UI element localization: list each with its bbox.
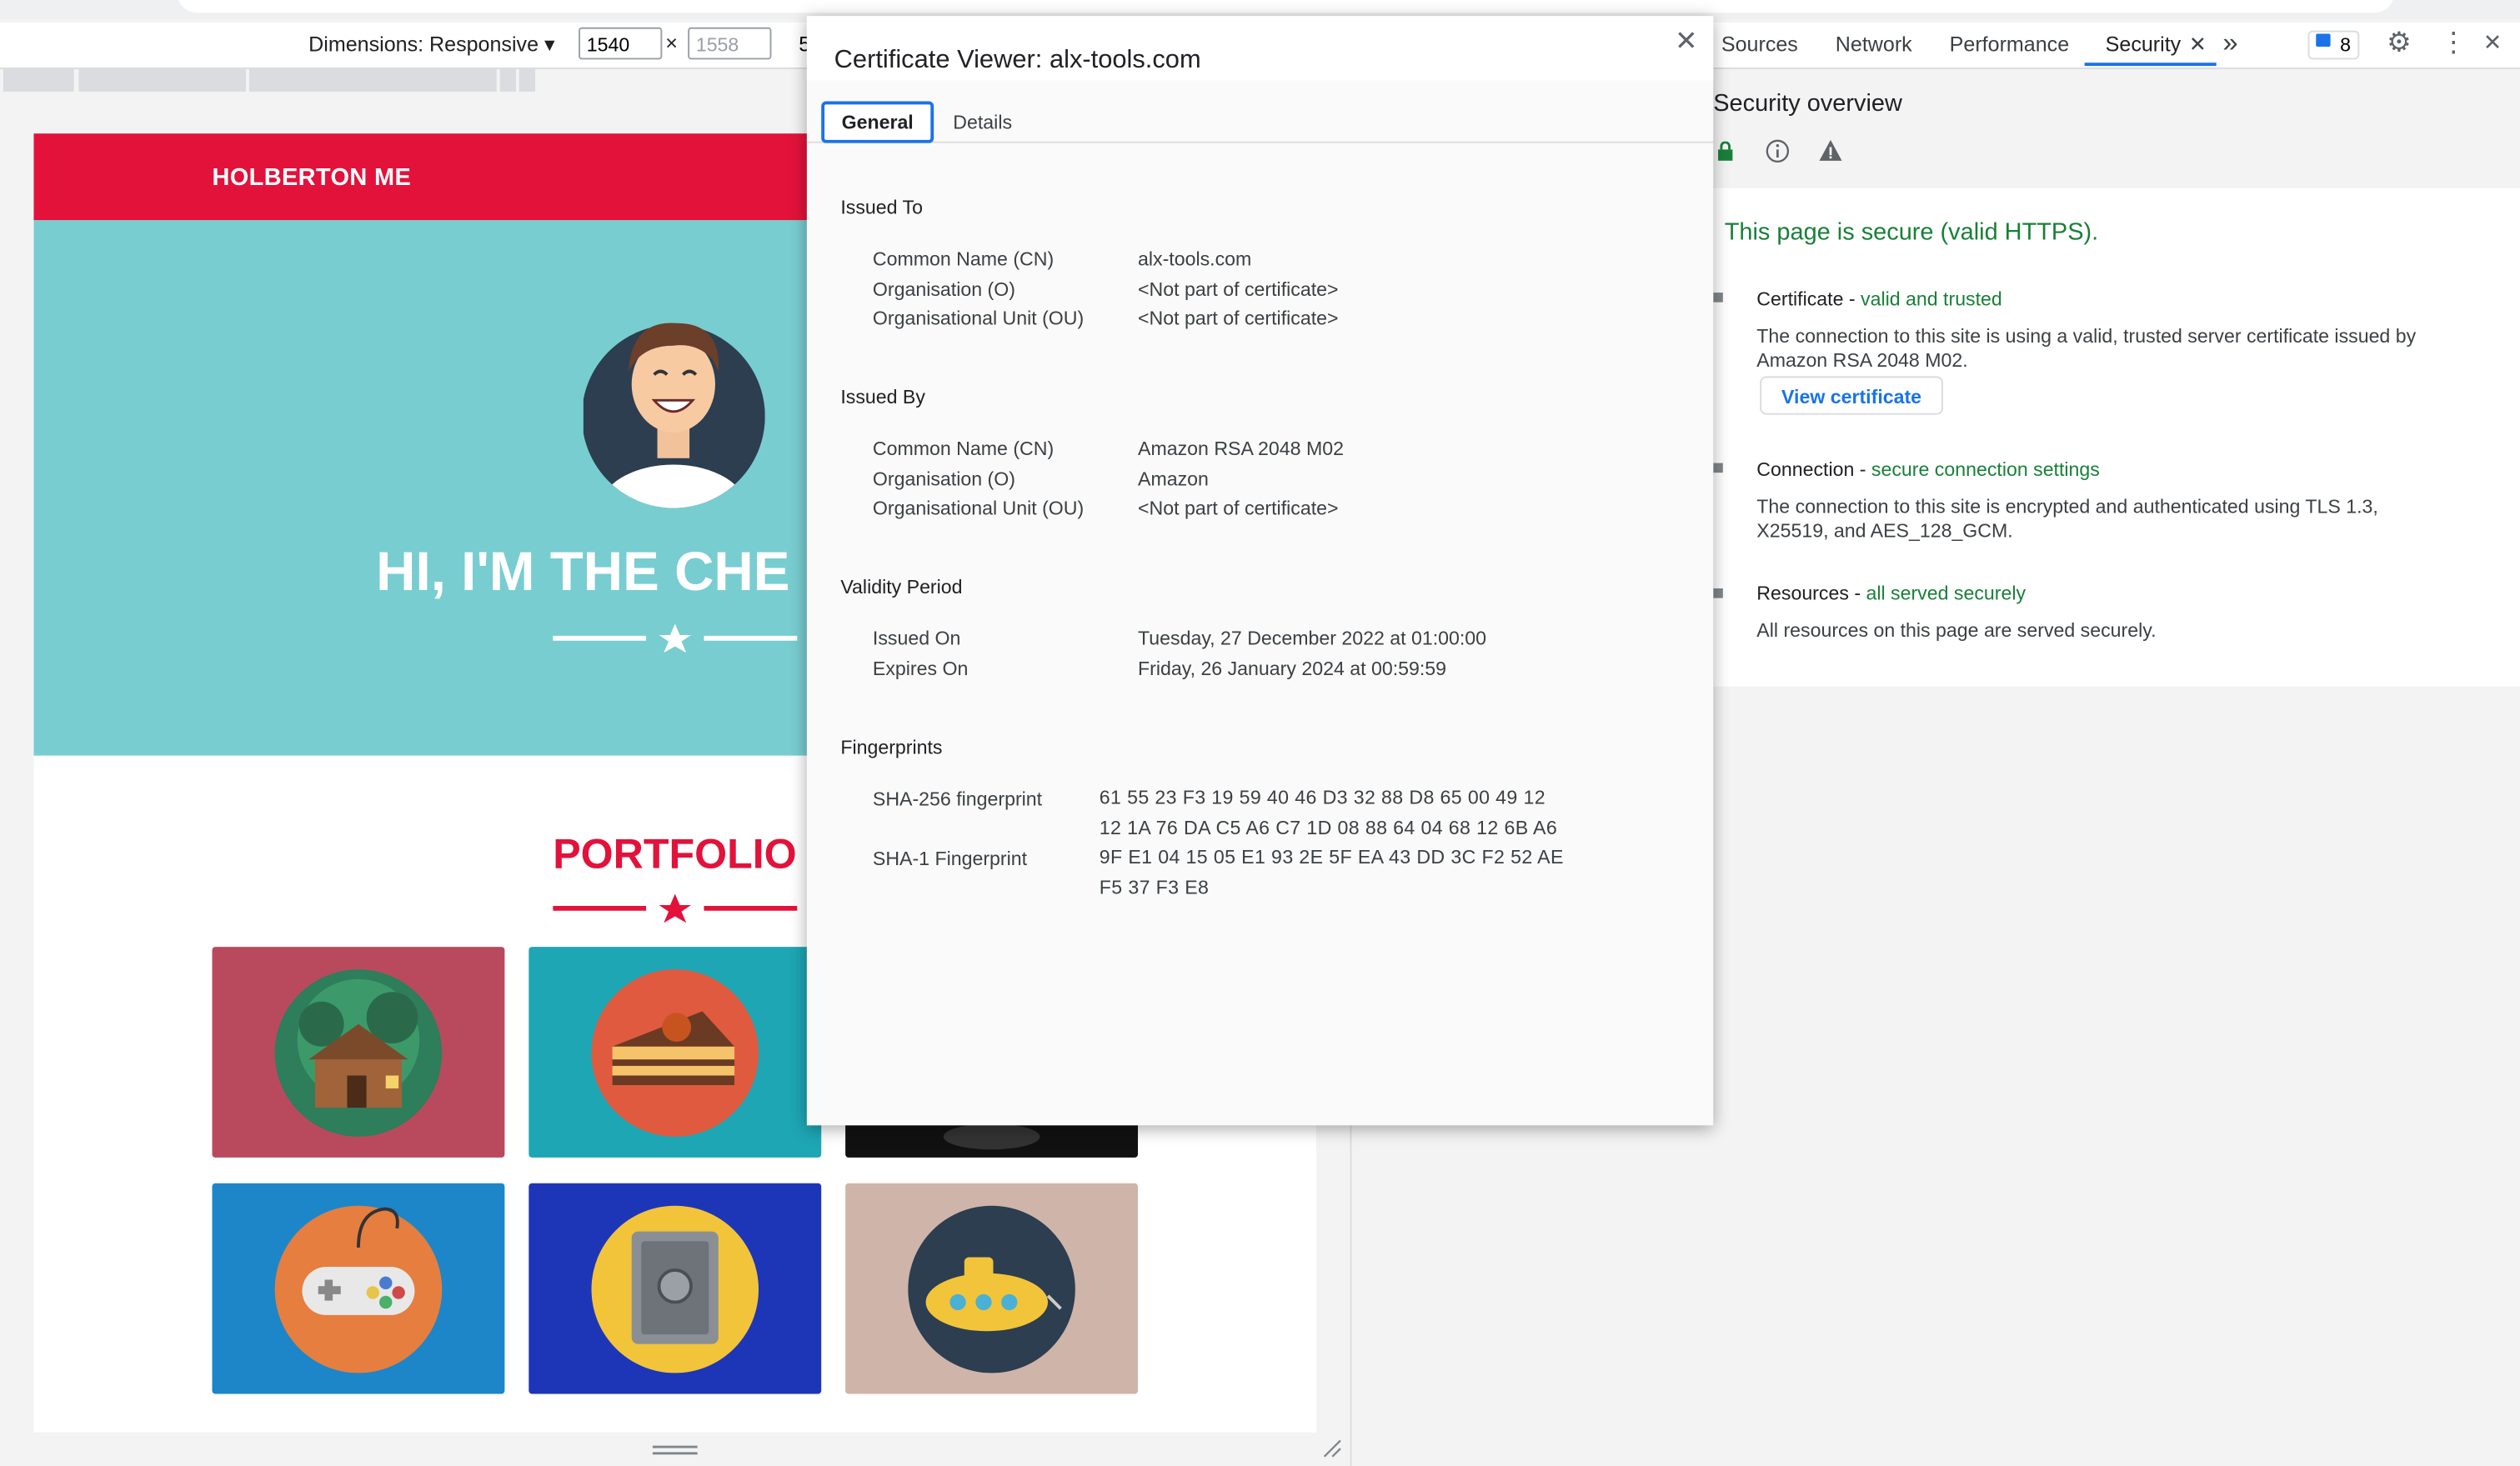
sha256-label: SHA-256 fingerprint bbox=[872, 788, 1043, 811]
width-input[interactable]: 1540 bbox=[579, 27, 663, 60]
more-tabs-icon[interactable]: » bbox=[2222, 28, 2237, 60]
issues-count: 8 bbox=[2340, 33, 2352, 57]
issued-to-cn-label: Common Name (CN) bbox=[872, 248, 1055, 271]
issued-by-o-value: Amazon bbox=[1138, 468, 1209, 491]
issued-by-cn-label: Common Name (CN) bbox=[872, 437, 1055, 460]
secure-message: This page is secure (valid HTTPS). bbox=[1724, 218, 2099, 247]
expires-on-label: Expires On bbox=[872, 657, 969, 680]
close-tab-icon[interactable]: ✕ bbox=[2189, 33, 2207, 58]
issued-by-ou-label: Organisational Unit (OU) bbox=[872, 497, 1085, 520]
game-controller-icon bbox=[274, 1205, 443, 1373]
tab-details[interactable]: Details bbox=[953, 111, 1012, 133]
issued-by-o-label: Organisation (O) bbox=[872, 468, 1015, 491]
security-summary-panel bbox=[1684, 188, 2520, 687]
avatar-icon bbox=[583, 323, 765, 508]
portfolio-tile-game[interactable] bbox=[212, 1183, 505, 1394]
portfolio-tile-cabin[interactable] bbox=[212, 947, 505, 1158]
cabin-icon bbox=[274, 969, 443, 1137]
sha1-line1: 9F E1 04 15 05 E1 93 2E 5F EA 43 DD 3C F… bbox=[1099, 845, 1564, 868]
issues-badge[interactable]: 8 bbox=[2307, 30, 2360, 60]
sha256-line1: 61 55 23 F3 19 59 40 46 D3 32 88 D8 65 0… bbox=[1099, 786, 1546, 809]
middle-panel bbox=[1350, 1125, 1686, 1466]
resize-handle[interactable] bbox=[652, 1443, 698, 1456]
tab-performance[interactable]: Performance bbox=[1950, 33, 2069, 57]
times-sign: × bbox=[665, 30, 678, 55]
connection-status: secure connection settings bbox=[1871, 458, 2100, 481]
active-tab-indicator bbox=[2084, 63, 2217, 67]
resources-label: Resources - bbox=[1756, 582, 1866, 605]
issued-on-label: Issued On bbox=[872, 627, 961, 650]
certificate-description: The connection to this site is using a v… bbox=[1756, 324, 2417, 372]
tab-security[interactable]: Security bbox=[2106, 33, 2182, 57]
certificate-label: Certificate - bbox=[1756, 288, 1861, 311]
issued-to-cn-value: alx-tools.com bbox=[1138, 248, 1252, 271]
issued-to-o-label: Organisation (O) bbox=[872, 278, 1015, 301]
view-certificate-button[interactable]: View certificate bbox=[1760, 376, 1943, 415]
settings-icon[interactable]: ⚙ bbox=[2387, 28, 2411, 60]
certificate-status: valid and trusted bbox=[1861, 288, 2002, 311]
tab-network[interactable]: Network bbox=[1836, 33, 1912, 57]
info-icon[interactable] bbox=[1765, 138, 1791, 164]
issued-to-o-value: <Not part of certificate> bbox=[1138, 278, 1339, 301]
resources-bullet bbox=[1713, 588, 1723, 598]
corner-resize-grip[interactable] bbox=[1321, 1438, 1344, 1460]
tab-divider bbox=[806, 141, 1714, 143]
certificate-heading: Certificate - valid and trusted bbox=[1756, 288, 2002, 310]
tab-general[interactable]: General bbox=[821, 101, 934, 143]
connection-bullet bbox=[1713, 463, 1723, 473]
issues-icon bbox=[2316, 33, 2331, 47]
close-devtools-icon[interactable]: ✕ bbox=[2483, 29, 2502, 57]
issued-by-ou-value: <Not part of certificate> bbox=[1138, 497, 1339, 520]
sha256-line2: 12 1A 76 DA C5 A6 C7 1D 08 88 64 04 68 1… bbox=[1099, 816, 1558, 839]
media-query-ruler[interactable] bbox=[0, 68, 804, 93]
issued-by-cn-value: Amazon RSA 2048 M02 bbox=[1138, 437, 1344, 460]
issued-to-ou-label: Organisational Unit (OU) bbox=[872, 307, 1085, 330]
close-dialog-icon[interactable]: ✕ bbox=[1675, 26, 1697, 58]
kebab-menu-icon[interactable]: ⋮ bbox=[2440, 28, 2467, 60]
address-bar[interactable] bbox=[177, 0, 2395, 13]
site-title[interactable]: HOLBERTON ME bbox=[212, 164, 411, 192]
portfolio-tile-cake[interactable] bbox=[529, 947, 822, 1158]
certificate-viewer-dialog: Certificate Viewer: alx-tools.com ✕ Gene… bbox=[806, 16, 1714, 1126]
resources-heading: Resources - all served securely bbox=[1756, 582, 2026, 604]
height-input[interactable]: 1558 bbox=[688, 27, 772, 60]
connection-heading: Connection - secure connection settings bbox=[1756, 458, 2100, 481]
sha1-label: SHA-1 Fingerprint bbox=[872, 847, 1028, 870]
portfolio-tile-submarine[interactable] bbox=[845, 1183, 1139, 1394]
sha1-line2: F5 37 F3 E8 bbox=[1099, 876, 1210, 899]
submarine-icon bbox=[908, 1205, 1075, 1373]
warning-icon[interactable] bbox=[1818, 138, 1844, 164]
issued-by-heading: Issued By bbox=[840, 385, 925, 408]
resources-status: all served securely bbox=[1866, 582, 2027, 605]
hero-title: HI, I'M THE CHE bbox=[376, 542, 790, 603]
validity-heading: Validity Period bbox=[840, 575, 963, 598]
tab-sources[interactable]: Sources bbox=[1721, 33, 1798, 57]
certificate-bullet bbox=[1713, 293, 1723, 303]
issued-to-ou-value: <Not part of certificate> bbox=[1138, 307, 1339, 330]
expires-on-value: Friday, 26 January 2024 at 00:59:59 bbox=[1138, 657, 1447, 680]
connection-label: Connection - bbox=[1756, 458, 1871, 481]
certificate-dialog-title: Certificate Viewer: alx-tools.com bbox=[834, 46, 1201, 74]
issued-to-heading: Issued To bbox=[840, 196, 923, 219]
cake-icon bbox=[591, 969, 759, 1137]
security-overview-title: Security overview bbox=[1713, 90, 1902, 118]
lock-icon[interactable] bbox=[1716, 141, 1736, 161]
resources-description: All resources on this page are served se… bbox=[1756, 618, 2157, 642]
safe-icon bbox=[591, 1205, 759, 1373]
portfolio-title: PORTFOLIO bbox=[553, 829, 797, 878]
connection-description: The connection to this site is encrypted… bbox=[1756, 495, 2378, 543]
dimensions-dropdown[interactable]: Dimensions: Responsive ▾ bbox=[308, 33, 554, 58]
portfolio-tile-safe[interactable] bbox=[529, 1183, 822, 1394]
fingerprints-heading: Fingerprints bbox=[840, 736, 943, 759]
issued-on-value: Tuesday, 27 December 2022 at 01:00:00 bbox=[1138, 627, 1487, 650]
